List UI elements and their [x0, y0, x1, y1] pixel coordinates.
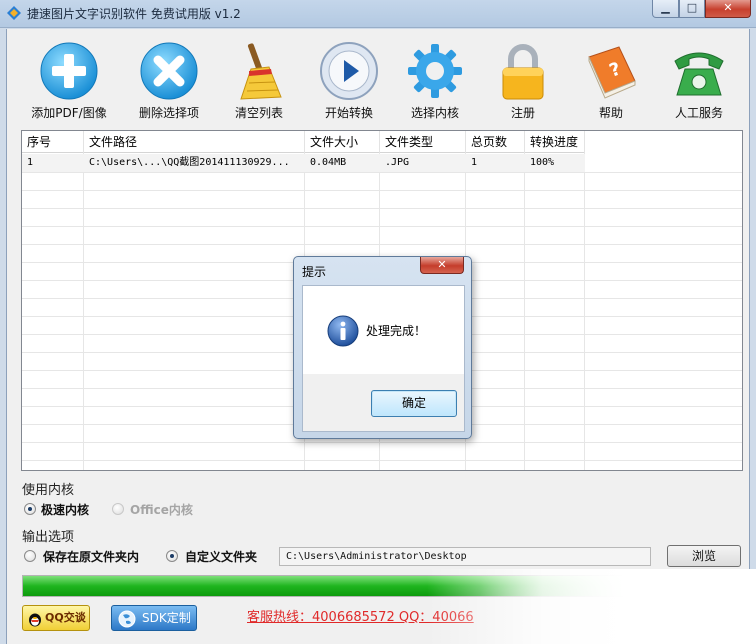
dialog-body: 处理完成！ [302, 285, 465, 374]
select-engine-button[interactable]: 选择内核 [390, 41, 480, 127]
qq-chat-button[interactable]: QQ交谈 [22, 605, 90, 631]
cell-pages: 1 [471, 157, 478, 168]
conversion-progress-bar [22, 575, 741, 597]
delete-selected-button[interactable]: 删除选择项 [124, 41, 214, 127]
output-path-field[interactable]: C:\Users\Administrator\Desktop [279, 547, 651, 566]
col-header-pages[interactable]: 总页数 [466, 131, 525, 153]
dialog-close-button[interactable]: ✕ [420, 257, 464, 274]
custom-folder-radio[interactable] [166, 550, 178, 562]
play-icon [320, 42, 378, 100]
dialog-title: 提示 [302, 265, 327, 279]
col-header-path[interactable]: 文件路径 [84, 131, 305, 153]
lock-icon [502, 44, 544, 100]
output-section-title: 输出选项 [22, 530, 75, 545]
clear-list-button[interactable]: 清空列表 [214, 41, 304, 127]
sdk-custom-label: SDK定制 [142, 611, 191, 625]
engine-section-title: 使用内核 [22, 483, 75, 498]
help-label: 帮助 [598, 106, 623, 120]
add-file-label: 添加PDF/图像 [31, 106, 107, 120]
gear-icon [408, 44, 462, 98]
add-file-button[interactable]: 添加PDF/图像 [24, 41, 114, 127]
close-window-button[interactable]: ✕ [705, 0, 751, 18]
dialog-footer: 确定 [302, 374, 465, 432]
start-convert-button[interactable]: 开始转换 [304, 41, 394, 127]
select-engine-label: 选择内核 [410, 106, 459, 120]
app-logo-icon [7, 6, 21, 20]
info-icon [327, 315, 359, 347]
title-bar: 捷速图片文字识别软件 免费试用版 v1.2 ▁ □ ✕ [0, 0, 756, 28]
globe-icon [118, 610, 136, 628]
col-header-type[interactable]: 文件类型 [380, 131, 466, 153]
maximize-button[interactable]: □ [679, 0, 705, 18]
sdk-custom-button[interactable]: SDK定制 [111, 605, 197, 631]
cell-progress: 100% [530, 157, 555, 168]
cell-path: C:\Users\...\QQ截图201411130929... [89, 157, 290, 168]
minimize-button[interactable]: ▁ [652, 0, 679, 18]
help-book-icon: ? [588, 46, 636, 99]
office-engine-radio [112, 503, 124, 515]
help-button[interactable]: ? 帮助 [566, 41, 656, 127]
customer-service-button[interactable]: 人工服务 [654, 41, 744, 127]
clear-list-label: 清空列表 [234, 106, 283, 120]
custom-folder-label[interactable]: 自定义文件夹 [185, 548, 257, 565]
dialog-message: 处理完成！ [366, 324, 427, 338]
fast-engine-label[interactable]: 极速内核 [41, 501, 89, 518]
qq-chat-label: QQ交谈 [45, 611, 86, 624]
table-header: 序号 文件路径 文件大小 文件类型 总页数 转换进度 [22, 131, 585, 153]
original-folder-label[interactable]: 保存在原文件夹内 [43, 548, 139, 565]
col-header-size[interactable]: 文件大小 [305, 131, 380, 153]
original-folder-radio[interactable] [24, 550, 36, 562]
add-icon [40, 42, 98, 100]
cell-size: 0.04MB [310, 157, 347, 168]
broom-icon [240, 43, 282, 100]
browse-button[interactable]: 浏览 [667, 545, 741, 567]
office-engine-label: Office内核 [130, 503, 193, 517]
support-hotline-link[interactable]: 客服热线：4006685572 QQ：40066 [247, 606, 474, 625]
delete-selected-label: 删除选择项 [138, 106, 199, 120]
fast-engine-radio[interactable] [24, 503, 36, 515]
table-row[interactable]: 1 C:\Users\...\QQ截图201411130929... 0.04M… [22, 154, 585, 172]
notice-dialog: 提示 ✕ 处理完成！ 确定 [293, 256, 472, 439]
ok-button[interactable]: 确定 [371, 390, 457, 417]
window-title: 捷速图片文字识别软件 免费试用版 v1.2 [27, 7, 241, 21]
cell-index: 1 [27, 157, 34, 168]
cell-type: .JPG [385, 157, 410, 168]
col-header-progress[interactable]: 转换进度 [525, 131, 585, 153]
start-convert-label: 开始转换 [324, 106, 373, 120]
register-label: 注册 [510, 106, 535, 120]
customer-service-label: 人工服务 [674, 106, 723, 120]
delete-icon [140, 42, 198, 100]
qq-penguin-icon [29, 613, 41, 627]
register-button[interactable]: 注册 [478, 41, 568, 127]
col-header-index[interactable]: 序号 [22, 131, 84, 153]
telephone-icon [674, 52, 724, 96]
